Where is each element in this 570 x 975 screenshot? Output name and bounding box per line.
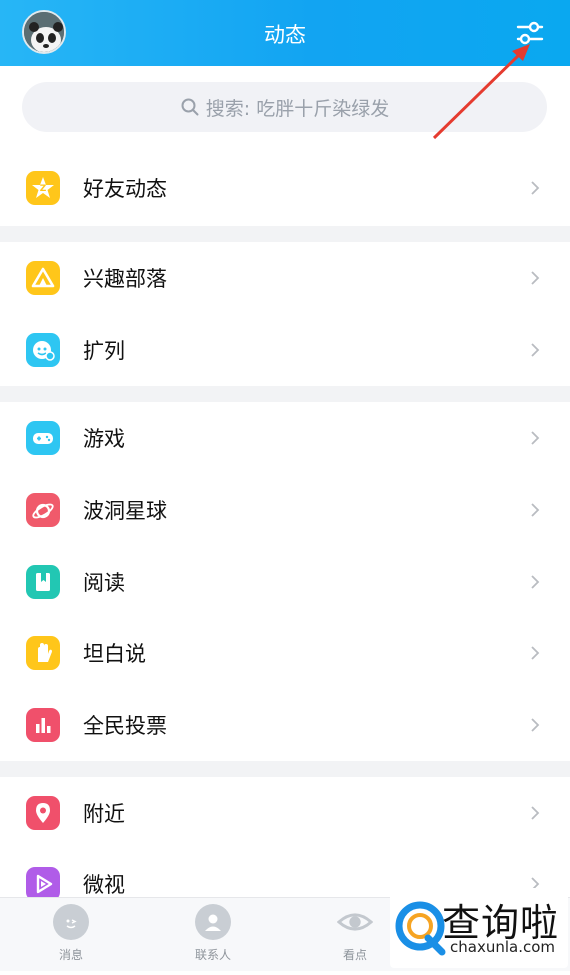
chevron-right-icon	[531, 181, 540, 195]
list-item-interest-tribe[interactable]: 兴趣部落	[0, 242, 570, 314]
watermark-subtext: chaxunla.com	[450, 938, 555, 956]
chevron-right-icon	[531, 431, 540, 445]
section-divider	[0, 761, 570, 777]
chevron-right-icon	[531, 271, 540, 285]
list-item-bodong-planet[interactable]: 波洞星球	[0, 474, 570, 546]
list-item-reading[interactable]: 阅读	[0, 546, 570, 618]
list-item-expand-friends[interactable]: 扩列	[0, 314, 570, 386]
tab-label: 联系人	[194, 948, 231, 962]
tab-label: 消息	[58, 948, 83, 962]
tab-kandian[interactable]: 看点	[315, 904, 395, 963]
qzone-star-icon: Z	[26, 171, 60, 205]
chevron-right-icon	[531, 343, 540, 357]
list-item-label: 扩列	[83, 339, 125, 363]
list-item-label: 游戏	[83, 427, 125, 451]
watermark: 查询啦 chaxunla.com	[390, 888, 568, 968]
list-item-label: 阅读	[83, 571, 125, 595]
location-pin-icon	[26, 796, 60, 830]
svg-text:Z: Z	[40, 184, 47, 194]
chevron-right-icon	[531, 646, 540, 660]
page-title: 动态	[264, 23, 306, 47]
search-bar[interactable]: 搜索: 吃胖十斤染绿发	[22, 82, 547, 132]
tab-messages[interactable]: 消息	[31, 904, 111, 963]
tent-icon	[26, 261, 60, 295]
contacts-icon	[195, 904, 231, 940]
planet-icon	[26, 493, 60, 527]
list-item-nearby[interactable]: 附近	[0, 777, 570, 849]
sliders-icon	[516, 21, 544, 45]
chat-face-plus-icon	[26, 333, 60, 367]
list-item-label: 兴趣部落	[83, 267, 167, 291]
list-item-label: 波洞星球	[83, 499, 167, 523]
search-icon	[181, 98, 199, 116]
hand-icon	[26, 636, 60, 670]
play-icon	[26, 867, 60, 901]
list-item-label: 好友动态	[83, 177, 167, 201]
list-item-games[interactable]: 游戏	[0, 402, 570, 474]
gamepad-icon	[26, 421, 60, 455]
chevron-right-icon	[531, 503, 540, 517]
tab-contacts[interactable]: 联系人	[173, 904, 253, 963]
chevron-right-icon	[531, 718, 540, 732]
list-item-voting[interactable]: 全民投票	[0, 689, 570, 761]
list-item-friends-feed[interactable]: Z 好友动态	[0, 152, 570, 224]
section-divider	[0, 386, 570, 402]
filter-settings-button[interactable]	[512, 16, 548, 50]
section-divider	[0, 226, 570, 242]
tab-label: 看点	[342, 948, 367, 962]
list-item-label: 全民投票	[83, 714, 167, 738]
list-item-label: 附近	[83, 802, 125, 826]
eye-icon	[337, 904, 373, 940]
chevron-right-icon	[531, 806, 540, 820]
bar-chart-icon	[26, 708, 60, 742]
chevron-right-icon	[531, 575, 540, 589]
top-bar: 动态	[0, 0, 570, 66]
search-placeholder: 搜索: 吃胖十斤染绿发	[205, 97, 390, 120]
list-item-label: 微视	[83, 873, 125, 897]
message-face-icon	[53, 904, 89, 940]
list-item-confession[interactable]: 坦白说	[0, 617, 570, 689]
book-icon	[26, 565, 60, 599]
list-item-label: 坦白说	[83, 642, 146, 666]
